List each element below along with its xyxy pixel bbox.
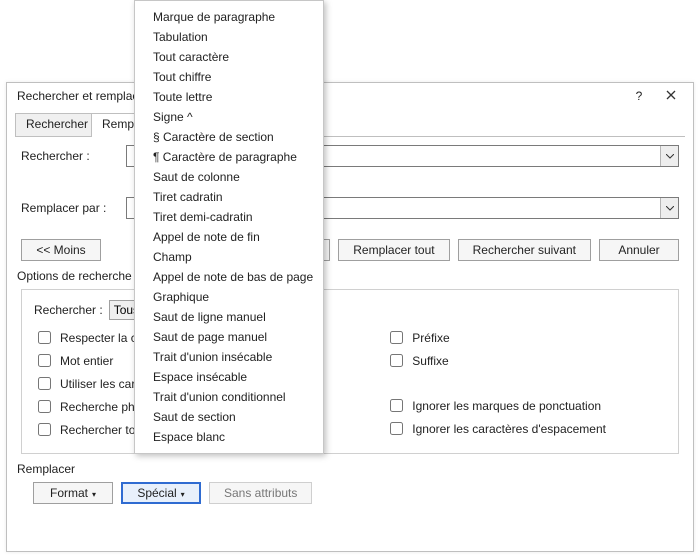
close-button[interactable] bbox=[655, 85, 687, 107]
menu-item[interactable]: Tiret cadratin bbox=[137, 187, 321, 207]
menu-item[interactable]: Saut de section bbox=[137, 407, 321, 427]
menu-item[interactable]: Signe ^ bbox=[137, 107, 321, 127]
titlebar: Rechercher et remplacer ? bbox=[7, 83, 693, 109]
menu-item[interactable]: § Caractère de section bbox=[137, 127, 321, 147]
search-scope-row: Rechercher : Tous bbox=[34, 300, 666, 320]
chevron-down-icon: ▾ bbox=[92, 490, 96, 499]
menu-item[interactable]: Graphique bbox=[137, 287, 321, 307]
replace-label: Remplacer par : bbox=[21, 201, 126, 215]
cancel-button[interactable]: Annuler bbox=[599, 239, 679, 261]
menu-item[interactable]: Saut de ligne manuel bbox=[137, 307, 321, 327]
less-button[interactable]: << Moins bbox=[21, 239, 101, 261]
find-row: Rechercher : bbox=[21, 145, 679, 167]
options-title: Options de recherche bbox=[17, 269, 679, 283]
panel: Rechercher : Remplacer par : << Moins Re… bbox=[7, 137, 693, 514]
menu-item[interactable]: ¶ Caractère de paragraphe bbox=[137, 147, 321, 167]
menu-item[interactable]: Espace blanc bbox=[137, 427, 321, 447]
options-right-col: Préfixe Suffixe Ignorer les marques de p… bbox=[386, 328, 606, 439]
special-menu: Marque de paragraphe Tabulation Tout car… bbox=[134, 0, 324, 454]
menu-item[interactable]: Saut de colonne bbox=[137, 167, 321, 187]
check-suffix[interactable]: Suffixe bbox=[386, 351, 606, 370]
menu-item[interactable]: Tabulation bbox=[137, 27, 321, 47]
bottom-buttons: Format▾ Spécial▾ Sans attributs bbox=[33, 482, 679, 504]
tabstrip: Rechercher Remplacer Atteindre bbox=[15, 113, 685, 137]
menu-item[interactable]: Saut de page manuel bbox=[137, 327, 321, 347]
menu-item[interactable]: Tout chiffre bbox=[137, 67, 321, 87]
tab-find[interactable]: Rechercher bbox=[15, 113, 99, 137]
menu-item[interactable]: Tout caractère bbox=[137, 47, 321, 67]
replace-section-title: Remplacer bbox=[17, 462, 679, 476]
options-box: Rechercher : Tous Respecter la casse Mot… bbox=[21, 289, 679, 454]
find-replace-dialog: Rechercher et remplacer ? Rechercher Rem… bbox=[6, 82, 694, 552]
no-format-button[interactable]: Sans attributs bbox=[209, 482, 312, 504]
close-icon bbox=[666, 89, 676, 103]
check-ignore-space[interactable]: Ignorer les caractères d'espacement bbox=[386, 419, 606, 438]
search-scope-label: Rechercher : bbox=[34, 303, 103, 317]
special-button[interactable]: Spécial▾ bbox=[121, 482, 201, 504]
menu-item[interactable]: Espace insécable bbox=[137, 367, 321, 387]
menu-item[interactable]: Tiret demi-cadratin bbox=[137, 207, 321, 227]
replace-section: Remplacer Format▾ Spécial▾ Sans attribut… bbox=[21, 462, 679, 504]
menu-item[interactable]: Appel de note de fin bbox=[137, 227, 321, 247]
options-columns: Respecter la casse Mot entier Utiliser l… bbox=[34, 328, 666, 439]
menu-item[interactable]: Champ bbox=[137, 247, 321, 267]
format-button[interactable]: Format▾ bbox=[33, 482, 113, 504]
replace-row: Remplacer par : bbox=[21, 197, 679, 219]
help-button[interactable]: ? bbox=[623, 85, 655, 107]
replace-all-button[interactable]: Remplacer tout bbox=[338, 239, 449, 261]
help-icon: ? bbox=[636, 89, 643, 103]
check-prefix[interactable]: Préfixe bbox=[386, 328, 606, 347]
menu-item[interactable]: Trait d'union conditionnel bbox=[137, 387, 321, 407]
find-next-button[interactable]: Rechercher suivant bbox=[458, 239, 591, 261]
menu-item[interactable]: Appel de note de bas de page bbox=[137, 267, 321, 287]
menu-item[interactable]: Marque de paragraphe bbox=[137, 7, 321, 27]
action-row: << Moins Remplacer Remplacer tout Recher… bbox=[21, 239, 679, 261]
check-ignore-punct[interactable]: Ignorer les marques de ponctuation bbox=[386, 396, 606, 415]
menu-item[interactable]: Trait d'union insécable bbox=[137, 347, 321, 367]
chevron-down-icon: ▾ bbox=[181, 490, 185, 499]
chevron-down-icon[interactable] bbox=[660, 198, 678, 218]
chevron-down-icon[interactable] bbox=[660, 146, 678, 166]
find-label: Rechercher : bbox=[21, 149, 126, 163]
menu-item[interactable]: Toute lettre bbox=[137, 87, 321, 107]
